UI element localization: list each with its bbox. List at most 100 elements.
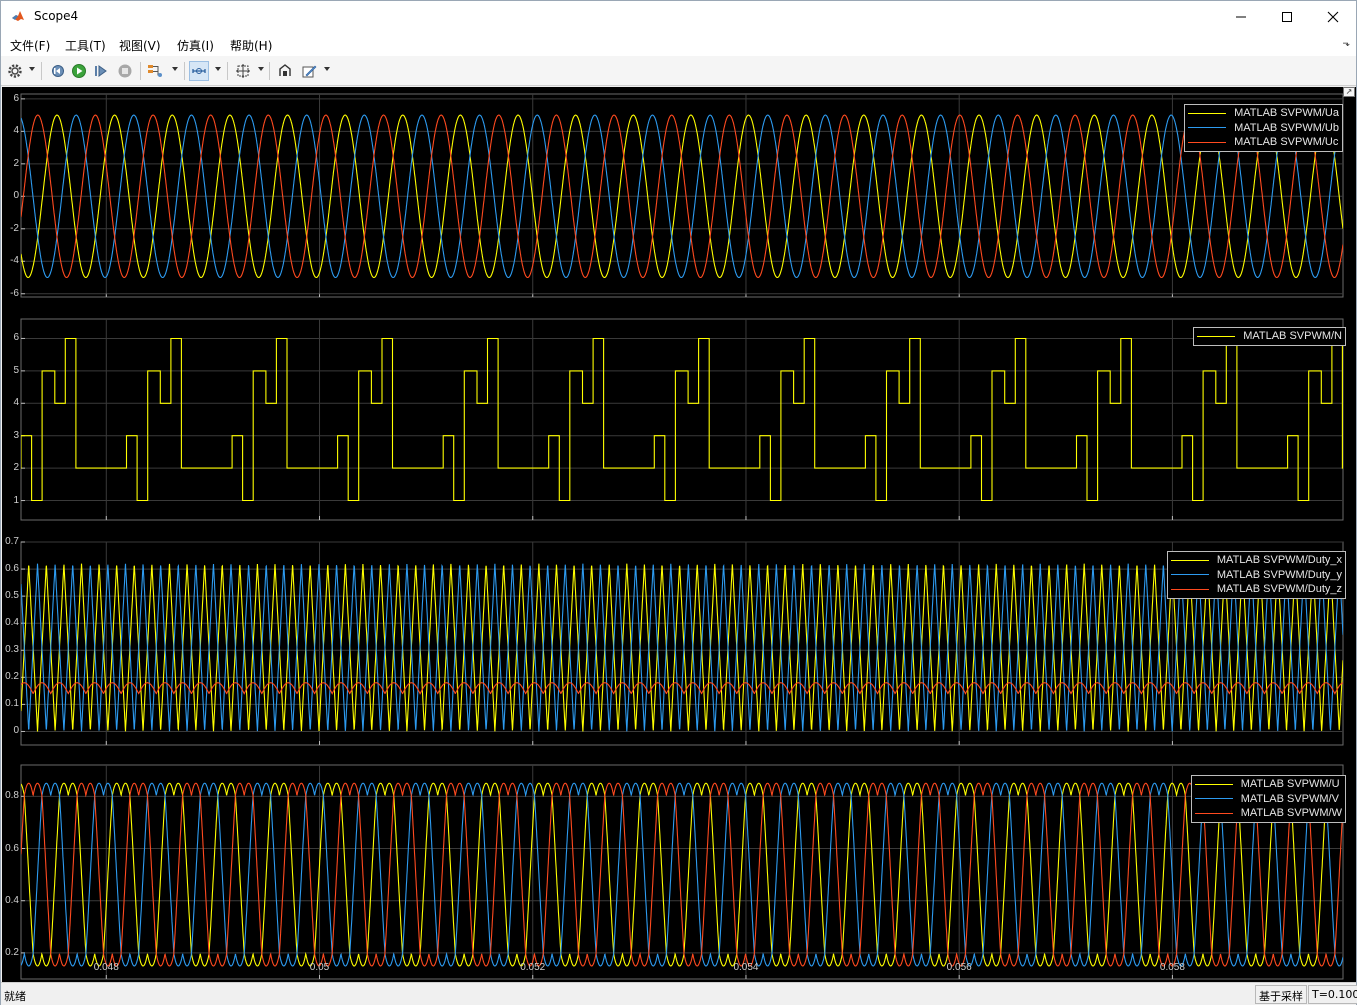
axes-3[interactable] bbox=[20, 541, 1344, 746]
y-tick-label: 0.6 bbox=[5, 842, 19, 854]
run-button[interactable] bbox=[69, 61, 89, 81]
highlight-dropdown-icon[interactable] bbox=[324, 67, 330, 71]
legend-swatch bbox=[1188, 127, 1227, 129]
settings-gear-icon bbox=[8, 64, 22, 78]
step-forward-icon bbox=[95, 65, 107, 77]
axes-1[interactable] bbox=[20, 93, 1344, 298]
maximize-button[interactable] bbox=[1264, 1, 1310, 32]
zoom-axes-icon bbox=[192, 68, 206, 74]
settings-dropdown-icon[interactable] bbox=[29, 67, 35, 71]
stop-button[interactable] bbox=[115, 61, 135, 81]
menu-collapse-icon[interactable]: ⬎ bbox=[1342, 39, 1350, 49]
x-tick-label: 0.056 bbox=[946, 962, 972, 973]
signal-selector-dropdown-icon[interactable] bbox=[172, 67, 178, 71]
scope-plots-svg[interactable] bbox=[2, 87, 1356, 982]
undock-icon[interactable]: ↗ bbox=[1343, 87, 1355, 97]
legend-entry[interactable]: MATLAB SVPWM/U bbox=[1194, 777, 1342, 792]
legend-label: MATLAB SVPWM/V bbox=[1240, 792, 1339, 805]
y-tick-label: -4 bbox=[10, 255, 19, 267]
signal-selector-button[interactable] bbox=[146, 61, 166, 81]
axes-4[interactable] bbox=[20, 764, 1344, 980]
legend-swatch bbox=[1188, 141, 1227, 143]
step-back-icon bbox=[52, 65, 64, 77]
menu-tools[interactable]: 工具(T) bbox=[65, 37, 106, 54]
scope-display: -6 -4 -2 0 2 4 6 MATLAB SVPWM/Ua MATLAB SVPWM/Ub… bbox=[2, 87, 1356, 982]
legend-swatch bbox=[1170, 559, 1209, 561]
matlab-logo-icon bbox=[10, 8, 26, 24]
legend-label: MATLAB SVPWM/Duty_z bbox=[1216, 583, 1342, 596]
legend-4[interactable]: MATLAB SVPWM/U MATLAB SVPWM/V MATLAB SVPWM… bbox=[1190, 775, 1346, 823]
minimize-button[interactable] bbox=[1218, 1, 1264, 32]
legend-label: MATLAB SVPWM/U bbox=[1240, 778, 1340, 791]
y-tick-label: 0.4 bbox=[5, 894, 19, 906]
window-title: Scope4 bbox=[34, 9, 79, 23]
menu-simulation[interactable]: 仿真(I) bbox=[177, 37, 214, 54]
write-data-button[interactable] bbox=[275, 61, 295, 81]
axes-frame bbox=[20, 93, 1344, 298]
y-tick-label: 2 bbox=[13, 157, 19, 169]
y-tick-label: 4 bbox=[13, 397, 19, 409]
y-tick-label: 6 bbox=[13, 332, 19, 344]
maximize-icon bbox=[1282, 11, 1292, 22]
autoscale-dropdown-icon[interactable] bbox=[258, 67, 264, 71]
x-tick-label: 0.052 bbox=[520, 962, 546, 973]
legend-entry[interactable]: MATLAB SVPWM/V bbox=[1194, 792, 1342, 807]
y-tick-label: 0.1 bbox=[5, 698, 19, 710]
legend-label: MATLAB SVPWM/N bbox=[1243, 330, 1342, 343]
legend-entry[interactable]: MATLAB SVPWM/Duty_x bbox=[1170, 553, 1342, 568]
legend-entry[interactable]: MATLAB SVPWM/W bbox=[1194, 806, 1342, 821]
highlight-block-icon bbox=[302, 65, 317, 78]
legend-label: MATLAB SVPWM/Uc bbox=[1234, 136, 1339, 149]
close-icon bbox=[1327, 11, 1339, 22]
legend-swatch bbox=[1170, 588, 1209, 590]
toolbar-separator bbox=[41, 62, 42, 80]
menu-file[interactable]: 文件(F) bbox=[10, 37, 50, 54]
menu-bar: 文件(F) 工具(T) 视图(V) 仿真(I) 帮助(H) ⬎ bbox=[1, 32, 1356, 56]
legend-3[interactable]: MATLAB SVPWM/Duty_x MATLAB SVPWM/Duty_y MA… bbox=[1166, 551, 1346, 599]
legend-swatch bbox=[1197, 335, 1236, 337]
run-icon bbox=[72, 64, 86, 78]
menu-help[interactable]: 帮助(H) bbox=[230, 37, 272, 54]
scope-window: Scope4 文件(F) 工具(T) 视图(V) 仿真(I) 帮助(H) ⬎ -… bbox=[0, 0, 1357, 1005]
minimize-icon bbox=[1236, 16, 1246, 17]
toolbar-separator bbox=[269, 62, 270, 80]
legend-1[interactable]: MATLAB SVPWM/Ua MATLAB SVPWM/Ub MATLAB SVP… bbox=[1184, 104, 1343, 152]
toolbar-separator bbox=[140, 62, 141, 80]
close-button[interactable] bbox=[1310, 1, 1356, 32]
zoom-dropdown-icon[interactable] bbox=[215, 67, 221, 71]
legend-label: MATLAB SVPWM/Duty_y bbox=[1216, 568, 1342, 581]
legend-2[interactable]: MATLAB SVPWM/N bbox=[1193, 327, 1346, 346]
legend-swatch bbox=[1194, 798, 1233, 800]
legend-entry[interactable]: MATLAB SVPWM/N bbox=[1197, 329, 1342, 344]
zoom-axes-button[interactable] bbox=[189, 61, 209, 81]
axes-frame bbox=[20, 764, 1344, 980]
y-tick-label: 5 bbox=[13, 364, 19, 376]
write-data-icon bbox=[279, 64, 291, 76]
legend-entry[interactable]: MATLAB SVPWM/Ub bbox=[1188, 121, 1339, 136]
toolbar bbox=[1, 56, 1356, 86]
y-tick-label: 0.2 bbox=[5, 946, 19, 958]
toolbar-separator bbox=[227, 62, 228, 80]
axes-frame bbox=[20, 318, 1344, 521]
axes-2[interactable] bbox=[2, 318, 1356, 521]
highlight-block-button[interactable] bbox=[299, 61, 319, 81]
x-tick-label: 0.058 bbox=[1159, 962, 1185, 973]
autoscale-button[interactable] bbox=[233, 61, 253, 81]
y-tick-label: 0 bbox=[13, 725, 19, 737]
legend-label: MATLAB SVPWM/Duty_x bbox=[1216, 554, 1342, 567]
legend-entry[interactable]: MATLAB SVPWM/Uc bbox=[1188, 135, 1339, 150]
legend-entry[interactable]: MATLAB SVPWM/Ua bbox=[1188, 106, 1339, 121]
legend-entry[interactable]: MATLAB SVPWM/Duty_y bbox=[1170, 568, 1342, 583]
menu-view[interactable]: 视图(V) bbox=[119, 37, 161, 54]
legend-label: MATLAB SVPWM/Ua bbox=[1234, 107, 1339, 120]
y-tick-label: 0.2 bbox=[5, 671, 19, 683]
signal-selector-icon bbox=[148, 65, 162, 77]
sample-mode-indicator: 基于采样 bbox=[1255, 985, 1307, 1004]
status-bar: 就绪 基于采样 T=0.100 bbox=[1, 982, 1357, 1005]
step-back-button[interactable] bbox=[47, 61, 67, 81]
step-forward-button[interactable] bbox=[91, 61, 111, 81]
legend-entry[interactable]: MATLAB SVPWM/Duty_z bbox=[1170, 582, 1342, 597]
legend-label: MATLAB SVPWM/W bbox=[1240, 807, 1342, 820]
y-tick-label: -2 bbox=[10, 222, 19, 234]
settings-button[interactable] bbox=[5, 61, 25, 81]
